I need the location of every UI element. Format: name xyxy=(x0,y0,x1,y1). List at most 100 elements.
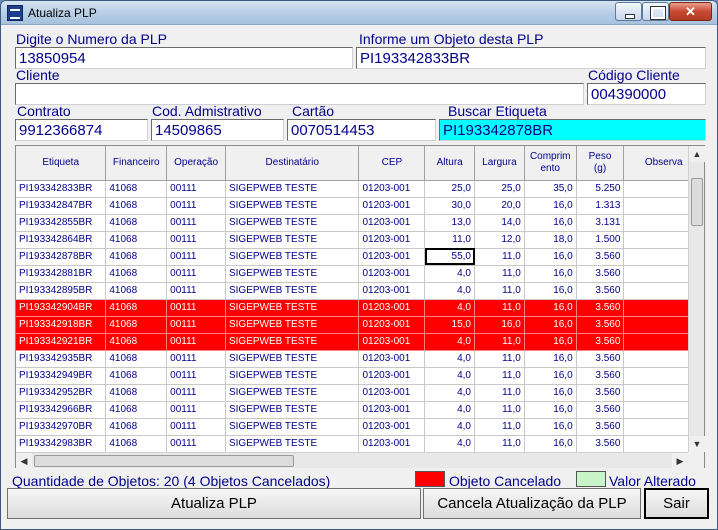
column-header[interactable]: Operação xyxy=(166,146,226,181)
table-cell[interactable]: SIGEPWEB TESTE xyxy=(225,418,360,436)
table-cell[interactable]: 00111 xyxy=(166,248,226,266)
table-cell[interactable]: 3.560 xyxy=(576,248,625,266)
scroll-left-icon[interactable]: ◀ xyxy=(16,453,32,469)
column-header[interactable]: Destinatário xyxy=(225,146,360,181)
table-cell[interactable]: SIGEPWEB TESTE xyxy=(225,214,360,232)
table-cell[interactable]: PI193342881BR xyxy=(16,265,107,283)
table-cell[interactable]: 3.560 xyxy=(576,265,625,283)
table-cell[interactable]: 01203-001 xyxy=(358,418,426,436)
table-cell[interactable]: 30,0 xyxy=(424,197,475,215)
table-row[interactable]: PI193342935BR 41068 00111 SIGEPWEB TESTE 012… xyxy=(16,350,704,368)
table-cell[interactable]: 3.560 xyxy=(576,333,625,351)
table-cell[interactable]: 4,0 xyxy=(424,299,475,317)
table-cell[interactable]: 01203-001 xyxy=(358,231,426,249)
scroll-down-icon[interactable]: ▼ xyxy=(689,436,705,452)
table-cell[interactable]: 01203-001 xyxy=(358,316,426,334)
table-cell[interactable]: 41068 xyxy=(105,248,168,266)
object-input[interactable]: PI193342833BR xyxy=(356,47,706,69)
table-cell[interactable]: PI193342895BR xyxy=(16,282,107,300)
column-header[interactable]: Largura xyxy=(474,146,525,181)
table-cell[interactable]: 3.560 xyxy=(576,316,625,334)
table-cell[interactable]: 25,0 xyxy=(474,180,525,198)
minimize-button[interactable] xyxy=(615,2,642,21)
table-cell[interactable]: 16,0 xyxy=(524,316,577,334)
table-cell[interactable]: 41068 xyxy=(105,333,168,351)
table-cell[interactable]: 00111 xyxy=(166,180,226,198)
table-cell[interactable]: 11,0 xyxy=(474,248,525,266)
client-code-input[interactable]: 004390000 xyxy=(587,83,706,105)
table-cell[interactable]: SIGEPWEB TESTE xyxy=(225,299,360,317)
table-cell[interactable]: 3.560 xyxy=(576,282,625,300)
table-cell[interactable]: 11,0 xyxy=(474,418,525,436)
table-row[interactable]: PI193342895BR 41068 00111 SIGEPWEB TESTE 012… xyxy=(16,282,704,300)
table-cell[interactable]: 01203-001 xyxy=(358,265,426,283)
table-cell[interactable]: 4,0 xyxy=(424,435,475,453)
table-cell[interactable]: 1.313 xyxy=(576,197,625,215)
table-cell[interactable]: 16,0 xyxy=(524,214,577,232)
table-cell[interactable]: 11,0 xyxy=(474,333,525,351)
table-row[interactable]: PI193342864BR 41068 00111 SIGEPWEB TESTE 012… xyxy=(16,231,704,249)
table-cell[interactable]: 20,0 xyxy=(474,197,525,215)
table-cell[interactable]: SIGEPWEB TESTE xyxy=(225,265,360,283)
table-cell[interactable]: 4,0 xyxy=(424,333,475,351)
table-cell[interactable]: 18,0 xyxy=(524,231,577,249)
table-cell[interactable]: 3.560 xyxy=(576,384,625,402)
table-row[interactable]: PI193342878BR 41068 00111 SIGEPWEB TESTE 012… xyxy=(16,248,704,266)
table-cell[interactable]: SIGEPWEB TESTE xyxy=(225,180,360,198)
vertical-scroll-thumb[interactable] xyxy=(691,178,703,226)
table-cell[interactable]: 11,0 xyxy=(474,282,525,300)
table-cell[interactable]: 01203-001 xyxy=(358,214,426,232)
contract-input[interactable]: 9912366874 xyxy=(15,119,148,141)
client-input[interactable] xyxy=(15,83,584,105)
table-cell[interactable]: 01203-001 xyxy=(358,333,426,351)
admin-code-input[interactable]: 14509865 xyxy=(151,119,284,141)
table-cell[interactable]: 00111 xyxy=(166,350,226,368)
table-cell[interactable]: 01203-001 xyxy=(358,282,426,300)
update-plp-button[interactable]: Atualiza PLP xyxy=(7,488,421,519)
table-cell[interactable]: 16,0 xyxy=(524,248,577,266)
table-cell[interactable]: 16,0 xyxy=(524,197,577,215)
table-row[interactable]: PI193342966BR 41068 00111 SIGEPWEB TESTE 012… xyxy=(16,401,704,419)
table-cell[interactable]: 16,0 xyxy=(524,350,577,368)
table-row[interactable]: PI193342881BR 41068 00111 SIGEPWEB TESTE 012… xyxy=(16,265,704,283)
table-cell[interactable]: 3.560 xyxy=(576,435,625,453)
table-cell[interactable]: 16,0 xyxy=(474,316,525,334)
table-cell[interactable]: PI193342855BR xyxy=(16,214,107,232)
table-cell[interactable]: 01203-001 xyxy=(358,435,426,453)
table-cell[interactable]: 01203-001 xyxy=(358,197,426,215)
table-cell[interactable]: 01203-001 xyxy=(358,299,426,317)
column-header[interactable]: Peso (g) xyxy=(576,146,625,181)
table-cell[interactable]: 16,0 xyxy=(524,333,577,351)
table-row[interactable]: PI193342855BR 41068 00111 SIGEPWEB TESTE 012… xyxy=(16,214,704,232)
table-cell[interactable]: PI193342904BR xyxy=(16,299,107,317)
table-cell[interactable]: 16,0 xyxy=(524,401,577,419)
table-cell[interactable]: PI193342921BR xyxy=(16,333,107,351)
table-cell[interactable]: PI193342952BR xyxy=(16,384,107,402)
table-cell[interactable]: 41068 xyxy=(105,401,168,419)
table-row[interactable]: PI193342952BR 41068 00111 SIGEPWEB TESTE 012… xyxy=(16,384,704,402)
table-cell[interactable]: SIGEPWEB TESTE xyxy=(225,282,360,300)
table-cell[interactable]: 41068 xyxy=(105,316,168,334)
table-cell[interactable]: 00111 xyxy=(166,367,226,385)
table-cell[interactable]: PI193342983BR xyxy=(16,435,107,453)
table-row[interactable]: PI193342970BR 41068 00111 SIGEPWEB TESTE 012… xyxy=(16,418,704,436)
table-cell[interactable]: 00111 xyxy=(166,401,226,419)
table-cell[interactable]: SIGEPWEB TESTE xyxy=(225,350,360,368)
table-row[interactable]: PI193342904BR 41068 00111 SIGEPWEB TESTE 012… xyxy=(16,299,704,317)
table-cell[interactable]: SIGEPWEB TESTE xyxy=(225,231,360,249)
table-cell[interactable]: PI193342970BR xyxy=(16,418,107,436)
maximize-button[interactable] xyxy=(642,2,669,21)
table-cell[interactable]: PI193342878BR xyxy=(16,248,107,266)
table-cell[interactable]: 00111 xyxy=(166,231,226,249)
table-cell[interactable]: 00111 xyxy=(166,435,226,453)
table-cell[interactable]: 4,0 xyxy=(424,282,475,300)
table-cell[interactable]: 12,0 xyxy=(474,231,525,249)
table-cell[interactable]: 4,0 xyxy=(424,265,475,283)
table-cell[interactable]: PI193342949BR xyxy=(16,367,107,385)
table-cell[interactable]: 00111 xyxy=(166,384,226,402)
table-cell[interactable]: SIGEPWEB TESTE xyxy=(225,333,360,351)
close-button[interactable] xyxy=(669,2,712,21)
column-header[interactable]: Comprim ento xyxy=(524,146,577,181)
table-cell[interactable]: 41068 xyxy=(105,350,168,368)
card-input[interactable]: 0070514453 xyxy=(287,119,436,141)
